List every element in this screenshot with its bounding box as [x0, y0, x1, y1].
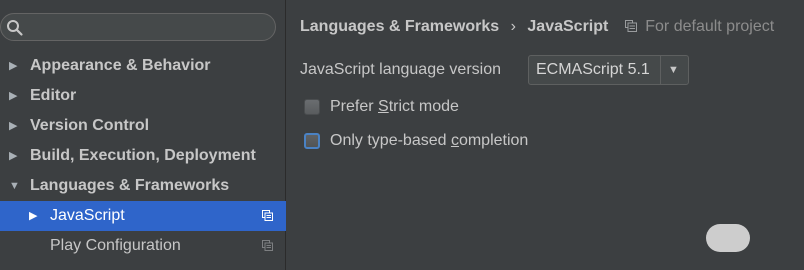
tree-item-play-configuration[interactable]: Play Configuration	[0, 231, 286, 261]
language-version-label: JavaScript language version	[300, 61, 502, 78]
tree-item-editor[interactable]: ▶ Editor	[0, 81, 286, 111]
tree-item-label: Version Control	[30, 117, 150, 134]
expand-arrow-icon[interactable]: ▶	[9, 141, 17, 171]
tree-item-build-execution-deployment[interactable]: ▶ Build, Execution, Deployment	[0, 141, 286, 171]
tree-item-javascript[interactable]: ▶ JavaScript	[0, 201, 286, 231]
watermark-logo	[706, 224, 798, 254]
copy-settings-icon	[262, 240, 273, 251]
tree-item-label: Play Configuration	[50, 237, 181, 254]
search-icon	[7, 20, 23, 36]
project-scope-icon	[624, 20, 637, 32]
scope-note: For default project	[645, 18, 775, 35]
expand-arrow-icon[interactable]: ▶	[29, 201, 37, 231]
tree-item-label: Languages & Frameworks	[30, 177, 230, 194]
chevron-down-icon[interactable]: ▼	[668, 56, 679, 84]
watermark-oval	[706, 224, 750, 252]
search-field[interactable]	[0, 13, 276, 41]
tree-item-label: Editor	[30, 87, 77, 104]
settings-window: ▶ Appearance & Behavior ▶ Editor ▶ Versi…	[0, 0, 804, 270]
expand-arrow-icon[interactable]: ▶	[9, 51, 17, 81]
language-version-value: ECMAScript 5.1	[536, 61, 650, 78]
settings-content: Languages & Frameworks › JavaScript For …	[286, 0, 804, 270]
tree-item-label: Appearance & Behavior	[30, 57, 211, 74]
expand-arrow-icon[interactable]: ▶	[9, 111, 17, 141]
tree-item-label: Build, Execution, Deployment	[30, 147, 256, 164]
breadcrumb-separator: ›	[510, 18, 516, 35]
prefer-strict-mode-checkbox[interactable]	[304, 99, 320, 115]
breadcrumb-page: JavaScript	[527, 18, 609, 35]
tree-item-appearance-behavior[interactable]: ▶ Appearance & Behavior	[0, 51, 286, 81]
settings-sidebar: ▶ Appearance & Behavior ▶ Editor ▶ Versi…	[0, 0, 286, 270]
search-input[interactable]	[25, 16, 269, 40]
breadcrumb-section: Languages & Frameworks	[300, 18, 500, 35]
prefer-strict-mode-label: Prefer Strict mode	[330, 98, 459, 115]
copy-settings-icon	[262, 210, 273, 221]
breadcrumb: Languages & Frameworks › JavaScript For …	[300, 18, 774, 36]
type-based-completion-label: Only type-based completion	[330, 132, 529, 149]
tree-item-version-control[interactable]: ▶ Version Control	[0, 111, 286, 141]
tree-item-languages-frameworks[interactable]: ▼ Languages & Frameworks	[0, 171, 286, 201]
tree-item-label: JavaScript	[50, 207, 125, 224]
type-based-completion-checkbox[interactable]	[304, 133, 320, 149]
language-version-select[interactable]: ECMAScript 5.1 ▼	[528, 55, 689, 85]
combo-divider	[660, 56, 661, 84]
expand-arrow-icon[interactable]: ▶	[9, 81, 17, 111]
collapse-arrow-icon[interactable]: ▼	[9, 171, 20, 201]
settings-tree: ▶ Appearance & Behavior ▶ Editor ▶ Versi…	[0, 51, 286, 261]
